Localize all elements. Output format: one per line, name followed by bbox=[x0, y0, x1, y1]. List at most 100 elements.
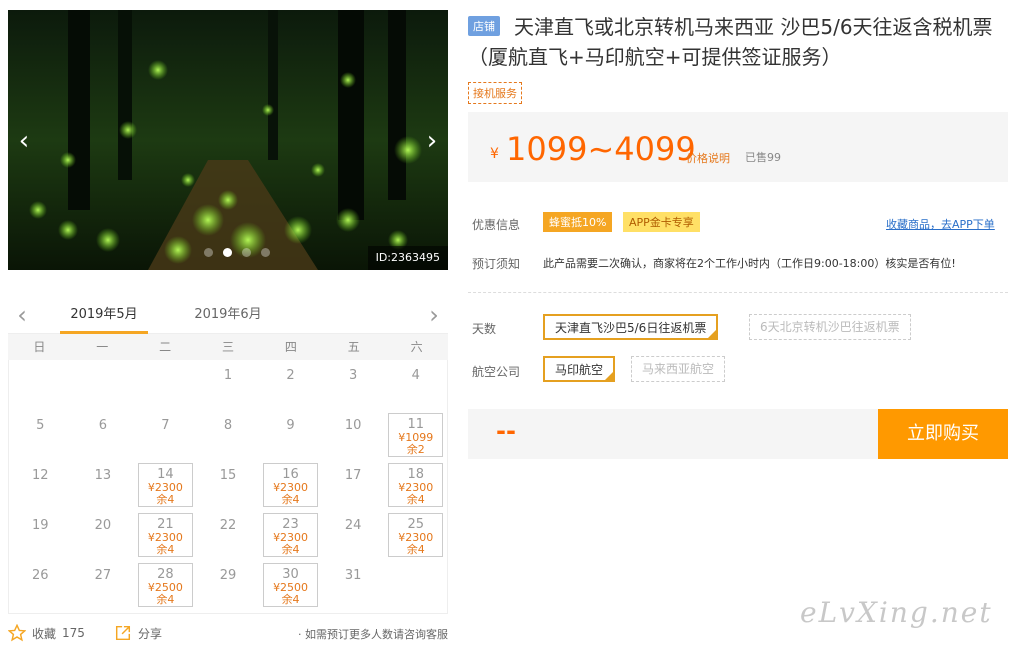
calendar-day-available[interactable]: 16 ¥2300 余4 bbox=[263, 463, 318, 507]
weekday-label: 六 bbox=[410, 340, 423, 354]
divider bbox=[468, 292, 1008, 293]
share-label: 分享 bbox=[138, 626, 163, 641]
calendar-grid: 1 2 3 4 5 6 7 8 9 10 11 ¥1099 余2 12 13 14 ¥2300 余4 15 16 ¥23… bbox=[8, 360, 448, 614]
calendar-day-available[interactable]: 25 ¥2300 余4 bbox=[388, 513, 443, 557]
calendar-day: 24 bbox=[322, 510, 385, 560]
tab-month-june[interactable]: 2019年6月 bbox=[186, 298, 270, 334]
day-number: 3 bbox=[348, 368, 358, 383]
tab-month-may[interactable]: 2019年5月 bbox=[60, 298, 148, 334]
weekday-label: 一 bbox=[96, 340, 109, 354]
day-remaining: 余4 bbox=[281, 543, 300, 556]
day-remaining: 余2 bbox=[406, 443, 425, 456]
favorite-button[interactable]: 收藏 175 bbox=[8, 624, 85, 642]
booking-notice: 此产品需要二次确认，商家将在2个工作小时内（工作日9:00-18:00）核实是否… bbox=[543, 257, 956, 270]
day-number: 10 bbox=[344, 418, 362, 433]
option-days-beijing-transfer[interactable]: 6天北京转机沙巴往返机票 bbox=[749, 314, 911, 340]
favorite-count: 175 bbox=[62, 626, 85, 640]
calendar-day bbox=[72, 360, 135, 410]
day-number: 23 bbox=[282, 517, 299, 532]
product-title: 天津直飞或北京转机马来西亚 沙巴5/6天往返含税机票（厦航直飞+马印航空+可提供… bbox=[468, 15, 993, 69]
sold-count: 已售99 bbox=[745, 151, 781, 164]
product-header: 店铺 天津直飞或北京转机马来西亚 沙巴5/6天往返含税机票（厦航直飞+马印航空+… bbox=[468, 12, 1008, 72]
day-number: 13 bbox=[94, 468, 112, 483]
calendar-day-available[interactable]: 11 ¥1099 余2 bbox=[388, 413, 443, 457]
calendar-day: 13 bbox=[72, 460, 135, 510]
calendar-day bbox=[9, 360, 72, 410]
calendar-day bbox=[384, 560, 447, 610]
day-number: 14 bbox=[157, 467, 174, 482]
calendar-day-available[interactable]: 28 ¥2500 余4 bbox=[138, 563, 193, 607]
day-number: 16 bbox=[282, 467, 299, 482]
watermark: eLvXing.net bbox=[800, 596, 993, 629]
day-remaining: 余4 bbox=[156, 593, 175, 606]
share-button[interactable]: 分享 bbox=[114, 624, 162, 642]
day-number: 25 bbox=[407, 517, 424, 532]
promo-badge-app: APP金卡专享 bbox=[623, 212, 700, 232]
weekday-label: 二 bbox=[159, 340, 172, 354]
app-order-link[interactable]: 收藏商品，去APP下单 bbox=[886, 216, 995, 232]
calendar-day-available[interactable]: 21 ¥2300 余4 bbox=[138, 513, 193, 557]
calendar-day-available[interactable]: 18 ¥2300 余4 bbox=[388, 463, 443, 507]
day-number: 20 bbox=[94, 518, 112, 533]
calendar-day-available[interactable]: 23 ¥2300 余4 bbox=[263, 513, 318, 557]
weekday-label: 日 bbox=[33, 340, 46, 354]
calendar-day: 29 bbox=[197, 560, 260, 610]
purchase-bar: -- 立即购买 bbox=[468, 409, 1008, 459]
service-tag: 接机服务 bbox=[468, 82, 522, 104]
calendar-next-button[interactable]: › bbox=[422, 298, 446, 332]
day-number: 7 bbox=[161, 418, 170, 433]
calendar-day: 20 bbox=[72, 510, 135, 560]
calendar-day: 5 bbox=[9, 410, 72, 460]
day-number: 31 bbox=[344, 568, 362, 583]
day-number: 4 bbox=[411, 368, 420, 383]
gallery-dot[interactable] bbox=[261, 248, 270, 257]
calendar-day: 12 bbox=[9, 460, 72, 510]
calendar-day-available[interactable]: 30 ¥2500 余4 bbox=[263, 563, 318, 607]
day-number: 12 bbox=[32, 468, 49, 483]
gallery-prev-button[interactable]: ‹ bbox=[12, 126, 36, 156]
calendar-day-available[interactable]: 14 ¥2300 余4 bbox=[138, 463, 193, 507]
gallery-dot-active[interactable] bbox=[223, 248, 232, 257]
calendar-day: 3 bbox=[322, 360, 385, 410]
airline-label: 航空公司 bbox=[472, 365, 521, 379]
day-number: 24 bbox=[344, 518, 362, 533]
day-remaining: 余4 bbox=[156, 493, 175, 506]
day-number: 19 bbox=[32, 518, 49, 533]
calendar-day: 22 bbox=[197, 510, 260, 560]
gallery-next-button[interactable]: › bbox=[420, 126, 444, 156]
calendar-day: 6 bbox=[72, 410, 135, 460]
price-note-link[interactable]: 价格说明 bbox=[686, 150, 730, 166]
calendar-day bbox=[134, 360, 197, 410]
day-number: 27 bbox=[94, 568, 112, 583]
calendar-day: 8 bbox=[197, 410, 260, 460]
day-number: 18 bbox=[407, 467, 424, 482]
promo-badge-honey: 蜂蜜抵10% bbox=[543, 212, 613, 232]
gallery-dot[interactable] bbox=[242, 248, 251, 257]
day-number: 1 bbox=[223, 368, 233, 383]
option-airline-malaysia[interactable]: 马来西亚航空 bbox=[631, 356, 726, 382]
day-remaining: 余4 bbox=[281, 593, 300, 606]
calendar-day: 19 bbox=[9, 510, 72, 560]
day-number: 26 bbox=[32, 568, 49, 583]
promo-label: 优惠信息 bbox=[472, 218, 521, 232]
calendar-weekday-header: 日一二三四五六 bbox=[8, 334, 448, 360]
option-airline-malindo[interactable]: 马印航空 bbox=[543, 356, 616, 382]
calendar-day: 15 bbox=[197, 460, 260, 510]
action-footer: 收藏 175 分享 · 如需预订更多人数请咨询客服 bbox=[8, 624, 448, 646]
consult-note: · 如需预订更多人数请咨询客服 bbox=[298, 628, 448, 641]
day-number: 9 bbox=[286, 418, 295, 433]
calendar-day: 26 bbox=[9, 560, 72, 610]
calendar-prev-button[interactable]: ‹ bbox=[10, 298, 34, 332]
day-number: 6 bbox=[98, 418, 107, 433]
total-price: -- bbox=[496, 417, 516, 445]
currency-symbol: ¥ bbox=[490, 146, 499, 162]
buy-now-button[interactable]: 立即购买 bbox=[878, 409, 1008, 459]
star-icon bbox=[8, 624, 26, 642]
gallery-dot[interactable] bbox=[204, 248, 213, 257]
day-remaining: 余4 bbox=[156, 543, 175, 556]
day-number: 29 bbox=[219, 568, 237, 583]
day-remaining: 余4 bbox=[281, 493, 300, 506]
option-days-tianjin-direct[interactable]: 天津直飞沙巴5/6日往返机票 bbox=[543, 314, 719, 340]
day-number: 28 bbox=[157, 567, 174, 582]
price-panel: ¥ 1099~4099 价格说明 已售99 bbox=[468, 112, 1008, 182]
